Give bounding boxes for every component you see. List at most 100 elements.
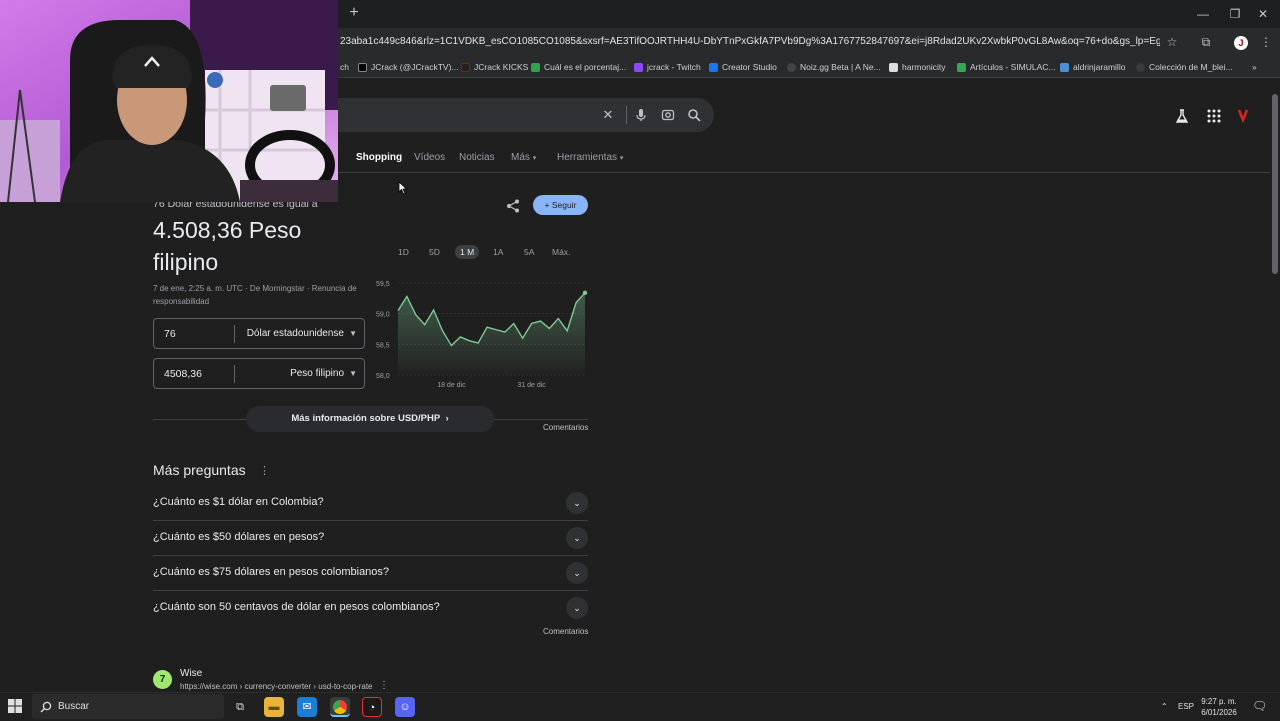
- tab-shopping[interactable]: Shopping: [356, 152, 402, 163]
- bookmark-label: JCrack (@JCrackTV)...: [371, 62, 459, 72]
- bookmark-item[interactable]: Creator Studio: [709, 61, 777, 73]
- y-tick-label: 59,5: [376, 281, 390, 288]
- conversion-result: 4.508,36 Peso filipino: [153, 214, 363, 278]
- minimize-button[interactable]: —: [1186, 4, 1220, 24]
- profile-avatar[interactable]: J: [1233, 34, 1249, 50]
- paa-item[interactable]: ¿Cuánto son 50 centavos de dólar en peso…: [153, 591, 588, 626]
- account-avatar[interactable]: [1234, 107, 1252, 125]
- bookmark-label: JCrack KICKS: [474, 62, 528, 72]
- bookmark-label: Colección de M_blei...: [1149, 62, 1233, 72]
- chevron-down-icon[interactable]: ⌄: [566, 492, 588, 514]
- range-5d[interactable]: 5D: [424, 245, 445, 259]
- language-indicator[interactable]: ESP: [1178, 702, 1194, 711]
- tray-overflow-icon[interactable]: ⌃: [1161, 702, 1168, 711]
- bookmark-star-icon[interactable]: ☆: [1164, 34, 1180, 50]
- converter-separator: [234, 365, 235, 383]
- feedback-link[interactable]: Comentarios: [543, 423, 588, 432]
- tab-news[interactable]: Noticias: [459, 152, 495, 163]
- more-options-icon[interactable]: ⋮: [259, 464, 270, 477]
- range-1m[interactable]: 1 M: [455, 245, 479, 259]
- voice-search-icon[interactable]: [633, 107, 649, 123]
- conversion-meta: 7 de ene, 2:25 a. m. UTC · De Morningsta…: [153, 283, 368, 308]
- plus-icon: +: [545, 200, 550, 210]
- chevron-down-icon[interactable]: ⌄: [566, 562, 588, 584]
- search-icon[interactable]: [686, 107, 702, 123]
- range-1d[interactable]: 1D: [393, 245, 414, 259]
- taskbar-clock[interactable]: 9:27 p. m. 6/01/2026: [1196, 696, 1242, 718]
- bookmark-item[interactable]: JCrack KICKS: [461, 61, 528, 73]
- x-tick-label: 18 de dic: [437, 382, 466, 389]
- bookmark-item[interactable]: Cuál es el porcentaj...: [531, 61, 626, 73]
- from-amount-box: 76 Dólar estadounidense ▼: [153, 318, 365, 349]
- bookmark-label: ch: [340, 62, 349, 72]
- to-currency-select[interactable]: Peso filipino: [290, 368, 344, 379]
- search-box[interactable]: [300, 98, 714, 132]
- chevron-down-icon[interactable]: ⌄: [566, 527, 588, 549]
- extensions-icon[interactable]: ⧉: [1198, 34, 1214, 50]
- result-url[interactable]: https://wise.com › currency-converter › …: [180, 682, 373, 691]
- range-5y[interactable]: 5A: [519, 245, 539, 259]
- bookmark-item[interactable]: JCrack (@JCrackTV)...: [358, 61, 459, 73]
- bookmark-item[interactable]: Noiz.gg Beta | A Ne...: [787, 61, 881, 73]
- lens-search-icon[interactable]: [660, 107, 676, 123]
- discord-icon[interactable]: ☺: [395, 697, 415, 717]
- clear-search-icon[interactable]: ✕: [600, 107, 616, 123]
- bookmark-label: Artículos - SIMULAC...: [970, 62, 1056, 72]
- chevron-down-icon: ▼: [349, 329, 357, 338]
- bookmark-item[interactable]: harmonicity: [889, 61, 945, 73]
- file-explorer-icon[interactable]: ▬: [264, 697, 284, 717]
- follow-button[interactable]: + Seguir: [533, 195, 588, 215]
- bookmark-item[interactable]: jcrack - Twitch: [634, 61, 701, 73]
- exchange-rate-chart[interactable]: 59,559,058,558,018 de dic31 de dic: [370, 275, 590, 395]
- paa-item[interactable]: ¿Cuánto es $75 dólares en pesos colombia…: [153, 556, 588, 591]
- range-1y[interactable]: 1A: [488, 245, 508, 259]
- apps-grid-icon[interactable]: [1205, 107, 1223, 125]
- bookmarks-overflow-button[interactable]: »: [1252, 61, 1257, 73]
- bookmark-label: aldrinjaramillo: [1073, 62, 1125, 72]
- windows-start-icon[interactable]: [8, 699, 22, 713]
- more-info-button[interactable]: Más información sobre USD/PHP ›: [246, 406, 494, 432]
- overflow-chevron-icon: »: [1252, 62, 1257, 72]
- mouse-cursor-icon: [398, 181, 408, 195]
- doc-icon: [1060, 63, 1069, 72]
- app-icon[interactable]: ◔: [362, 697, 382, 717]
- facebook-icon: [709, 63, 718, 72]
- range-max[interactable]: Máx.: [547, 245, 575, 259]
- notifications-icon[interactable]: 🗨: [1252, 699, 1267, 713]
- from-currency-select[interactable]: Dólar estadounidense: [247, 328, 344, 339]
- labs-flask-icon[interactable]: [1173, 107, 1191, 125]
- tab-tools[interactable]: Herramientas ▾: [557, 152, 623, 163]
- chevron-down-icon: ▾: [620, 155, 624, 162]
- share-icon[interactable]: [504, 198, 522, 216]
- close-window-button[interactable]: ✕: [1246, 4, 1280, 24]
- paa-item[interactable]: ¿Cuánto es $50 dólares en pesos? ⌄: [153, 521, 588, 556]
- chrome-menu-icon[interactable]: ⋮: [1258, 34, 1274, 50]
- y-tick-label: 58,5: [376, 342, 390, 349]
- chevron-down-icon[interactable]: ⌄: [566, 597, 588, 619]
- x-icon: [358, 63, 367, 72]
- result-site-name[interactable]: Wise: [180, 668, 202, 679]
- task-view-icon[interactable]: ⧉: [230, 697, 250, 717]
- url-field[interactable]: 23aba1c449c846&rlz=1C1VDKB_esCO1085CO108…: [340, 36, 1160, 50]
- to-amount-input[interactable]: 4508,36: [164, 368, 202, 380]
- feedback-link[interactable]: Comentarios: [543, 627, 588, 636]
- mail-icon[interactable]: ✉: [297, 697, 317, 717]
- bookmark-label: harmonicity: [902, 62, 945, 72]
- scrollbar-thumb[interactable]: [1272, 94, 1278, 274]
- more-info-label: Más información sobre USD/PHP: [291, 413, 440, 424]
- result-menu-icon[interactable]: ⋮: [379, 680, 389, 691]
- tab-videos[interactable]: Vídeos: [414, 152, 445, 163]
- bookmark-item[interactable]: Artículos - SIMULAC...: [957, 61, 1056, 73]
- bookmark-item[interactable]: aldrinjaramillo: [1060, 61, 1125, 73]
- chrome-taskbar-icon[interactable]: [330, 697, 350, 717]
- paa-question: ¿Cuánto son 50 centavos de dólar en peso…: [153, 601, 440, 613]
- new-tab-button[interactable]: +: [346, 5, 362, 21]
- noiz-icon: [787, 63, 796, 72]
- bookmark-item[interactable]: ch: [340, 61, 349, 73]
- from-amount-input[interactable]: 76: [164, 328, 176, 340]
- paa-item[interactable]: ¿Cuánto es $1 dólar en Colombia? ⌄: [153, 486, 588, 521]
- wise-logo[interactable]: 7: [153, 670, 172, 689]
- tab-more[interactable]: Más ▾: [511, 152, 536, 163]
- bookmark-label: Cuál es el porcentaj...: [544, 62, 626, 72]
- bookmark-item[interactable]: Colección de M_blei...: [1136, 61, 1233, 73]
